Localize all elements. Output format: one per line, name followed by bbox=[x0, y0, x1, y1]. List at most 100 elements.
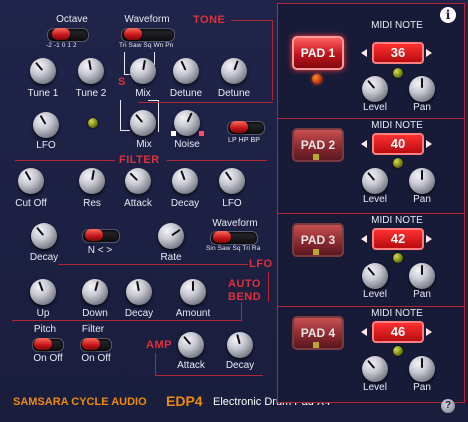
mix2-knob[interactable] bbox=[130, 110, 156, 136]
bend-up-label: Up bbox=[36, 308, 50, 319]
pad-level-knob-2[interactable] bbox=[362, 168, 388, 194]
note-increment-4[interactable] bbox=[426, 328, 432, 336]
filter-bend-switch[interactable] bbox=[80, 338, 112, 352]
midi-note-value-4[interactable]: 46 bbox=[372, 321, 424, 343]
cutoff-knob[interactable] bbox=[18, 168, 44, 194]
pad-pan-label-4: Pan bbox=[413, 382, 431, 393]
note-decrement-1[interactable] bbox=[361, 49, 367, 57]
note-decrement-4[interactable] bbox=[361, 328, 367, 336]
filter-bend-label: Filter bbox=[81, 324, 105, 335]
bend-decay-label: Decay bbox=[124, 308, 154, 319]
pad-section-1: PAD 1 MIDI NOTE 36 Level Pan bbox=[278, 20, 464, 114]
filter-bend-onoff: On Off bbox=[81, 353, 111, 364]
detune1-label: Detune bbox=[169, 88, 203, 99]
waveform-label: Waveform bbox=[124, 14, 170, 25]
help-icon[interactable]: ? bbox=[441, 399, 455, 413]
pad-section-3: PAD 3 MIDI NOTE 42 Level Pan bbox=[278, 213, 464, 307]
lfo-direction-switch[interactable] bbox=[82, 229, 120, 243]
tone-divider-h bbox=[138, 102, 273, 103]
pad-activity-led-2 bbox=[393, 158, 403, 168]
midi-note-value-3[interactable]: 42 bbox=[372, 228, 424, 250]
tune1-knob[interactable] bbox=[30, 58, 56, 84]
bend-up-knob[interactable] bbox=[30, 279, 56, 305]
note-decrement-3[interactable] bbox=[361, 235, 367, 243]
midi-note-value-2[interactable]: 40 bbox=[372, 133, 424, 155]
pad-section-2: PAD 2 MIDI NOTE 40 Level Pan bbox=[278, 118, 464, 212]
note-increment-2[interactable] bbox=[426, 140, 432, 148]
bend-down-knob[interactable] bbox=[82, 279, 108, 305]
pad-pan-knob-4[interactable] bbox=[409, 356, 435, 382]
amp-attack-label: Attack bbox=[177, 360, 205, 371]
filter-attack-knob[interactable] bbox=[125, 168, 151, 194]
lfo-rate-label: Rate bbox=[160, 252, 182, 263]
octave-switch[interactable] bbox=[47, 28, 89, 42]
info-icon[interactable]: i bbox=[440, 7, 456, 23]
section-bend-label-2: BEND bbox=[228, 291, 262, 303]
lfo-rate-knob[interactable] bbox=[158, 223, 184, 249]
note-increment-3[interactable] bbox=[426, 235, 432, 243]
pad-activity-led-4 bbox=[393, 346, 403, 356]
pad-pan-label-1: Pan bbox=[413, 102, 431, 113]
amp-divider bbox=[155, 375, 263, 376]
pad-level-knob-4[interactable] bbox=[362, 356, 388, 382]
detune2-knob[interactable] bbox=[221, 58, 247, 84]
section-tone-label: TONE bbox=[193, 14, 226, 26]
filter-lfo-knob[interactable] bbox=[219, 168, 245, 194]
waveform-values: Tri Saw Sq Wn Pn bbox=[119, 42, 174, 49]
bend-amount-label: Amount bbox=[175, 308, 211, 319]
midi-note-value-1[interactable]: 36 bbox=[372, 42, 424, 64]
filter-type-switch[interactable] bbox=[227, 121, 265, 135]
pad-level-knob-3[interactable] bbox=[362, 263, 388, 289]
pad-level-knob-1[interactable] bbox=[362, 76, 388, 102]
pad-level-label-2: Level bbox=[363, 194, 387, 205]
tone-lfo-label: LFO bbox=[36, 140, 56, 151]
midi-note-label-4: MIDI NOTE bbox=[371, 308, 423, 319]
route-line bbox=[124, 52, 125, 74]
amp-decay-knob[interactable] bbox=[227, 332, 253, 358]
mix1-knob[interactable] bbox=[130, 58, 156, 84]
section-filter-label: FILTER bbox=[119, 154, 160, 166]
amp-divider-v bbox=[155, 353, 156, 375]
filter-decay-knob[interactable] bbox=[172, 168, 198, 194]
bend-divider-v2 bbox=[241, 302, 242, 321]
lfo-waveform-switch[interactable] bbox=[210, 231, 258, 245]
pad-pan-label-3: Pan bbox=[413, 289, 431, 300]
pad-led-2 bbox=[313, 154, 319, 160]
bend-divider bbox=[12, 320, 242, 321]
bend-amount-knob[interactable] bbox=[180, 279, 206, 305]
noise-knob[interactable] bbox=[174, 110, 200, 136]
bend-decay-knob[interactable] bbox=[126, 279, 152, 305]
note-decrement-2[interactable] bbox=[361, 140, 367, 148]
filter-decay-label: Decay bbox=[170, 198, 200, 209]
pad-pan-label-2: Pan bbox=[413, 194, 431, 205]
noise-marker bbox=[199, 131, 204, 136]
tone-divider bbox=[231, 20, 273, 21]
note-increment-1[interactable] bbox=[426, 49, 432, 57]
tune2-knob[interactable] bbox=[78, 58, 104, 84]
pad-pan-knob-1[interactable] bbox=[409, 76, 435, 102]
lfo-decay-knob[interactable] bbox=[31, 223, 57, 249]
pitch-bend-switch[interactable] bbox=[32, 338, 64, 352]
res-knob[interactable] bbox=[79, 168, 105, 194]
pad-pan-knob-3[interactable] bbox=[409, 263, 435, 289]
octave-values: -2 -1 0 1 2 bbox=[46, 42, 77, 49]
noise-label: Noise bbox=[174, 139, 200, 150]
detune1-knob[interactable] bbox=[173, 58, 199, 84]
pad-led-1 bbox=[312, 74, 322, 84]
filter-divider bbox=[167, 160, 267, 161]
lfo-waveform-label: Waveform bbox=[212, 218, 258, 229]
noise-marker bbox=[171, 131, 176, 136]
pad-level-label-3: Level bbox=[363, 289, 387, 300]
pad-activity-led-3 bbox=[393, 253, 403, 263]
filter-attack-label: Attack bbox=[124, 198, 152, 209]
pad-pan-knob-2[interactable] bbox=[409, 168, 435, 194]
pad-button-1[interactable]: PAD 1 bbox=[292, 36, 344, 70]
mix1-label: Mix bbox=[135, 88, 151, 99]
tone-lfo-knob[interactable] bbox=[33, 112, 59, 138]
filter-lfo-label: LFO bbox=[222, 198, 242, 209]
amp-attack-knob[interactable] bbox=[178, 332, 204, 358]
waveform-switch[interactable] bbox=[121, 28, 175, 42]
midi-note-label-2: MIDI NOTE bbox=[371, 120, 423, 131]
section-lfo-label: LFO bbox=[249, 258, 273, 270]
route-line bbox=[158, 100, 159, 132]
